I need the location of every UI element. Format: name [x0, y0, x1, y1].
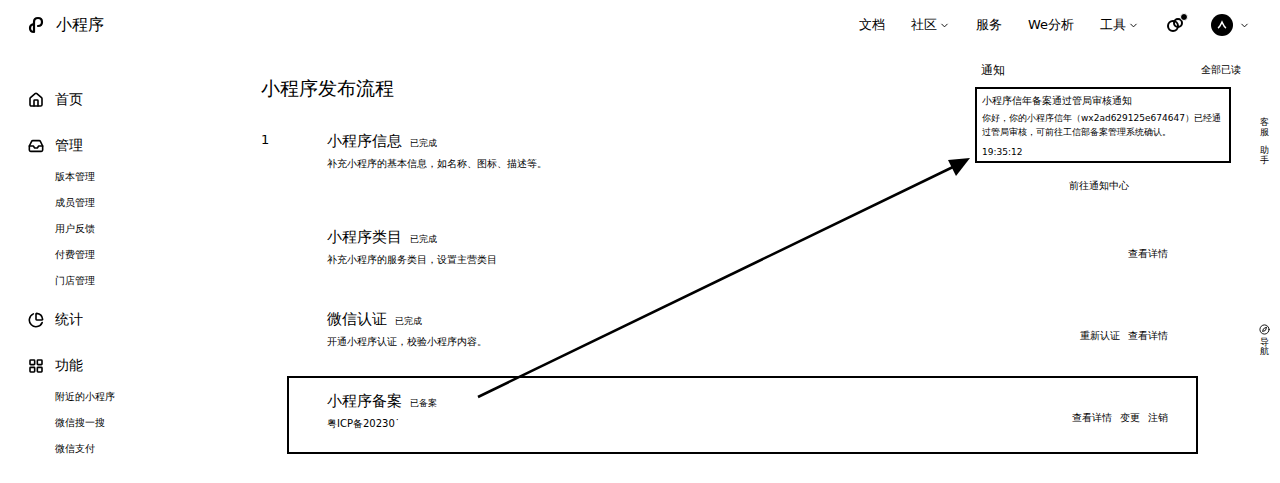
- compass-icon: [1259, 324, 1270, 335]
- sidebar-section: 管理版本管理成员管理用户反馈付费管理门店管理: [28, 134, 250, 294]
- step-row: 小程序类目已完成补充小程序的服务类目，设置主营类目 查看详情: [261, 212, 1198, 290]
- step-number: [261, 294, 287, 296]
- step-actions: 查看详情变更注销: [1072, 411, 1168, 425]
- nav-item[interactable]: 社区: [911, 16, 950, 34]
- sidebar-section: 首页: [28, 88, 250, 112]
- notification-center-link[interactable]: 前往通知中心: [975, 179, 1247, 193]
- sidebar-item[interactable]: 微信搜一搜: [28, 410, 250, 436]
- notification-title: 小程序信年备案通过管局审核通知: [982, 95, 1224, 108]
- sidebar-section: 功能附近的小程序微信搜一搜微信支付: [28, 354, 250, 462]
- panel-title: 通知: [981, 62, 1005, 79]
- step-title: 小程序信息已完成: [327, 132, 547, 151]
- logo-text: 小程序: [56, 15, 104, 36]
- sidebar-item[interactable]: 门店管理: [28, 268, 250, 294]
- account-menu[interactable]: [1211, 14, 1250, 36]
- manage-icon: [28, 138, 44, 154]
- step-action-link[interactable]: 查看详情: [1128, 247, 1168, 261]
- step-status: 已完成: [410, 233, 437, 246]
- step-description: 粤ICP备20230˙: [327, 417, 437, 431]
- notification-item[interactable]: 小程序信年备案通过管局审核通知你好，你的小程序信年（wx2ad629125e67…: [975, 87, 1231, 163]
- stats-icon: [28, 312, 44, 328]
- step-title: 小程序备案已备案: [327, 392, 437, 411]
- step-row: 小程序备案已备案粤ICP备20230˙ 查看详情变更注销: [261, 376, 1198, 454]
- function-icon: [28, 358, 44, 374]
- nav-item[interactable]: We分析: [1028, 16, 1074, 34]
- step-card: 小程序类目已完成补充小程序的服务类目，设置主营类目 查看详情: [287, 212, 1198, 290]
- step-action-link[interactable]: 查看详情: [1072, 411, 1112, 425]
- page: 小程序 文档 社区 服务 We分析 工具首页管理版本管理成员管理用户反馈付费管理门店管理统…: [0, 0, 1280, 483]
- step-title: 微信认证已完成: [327, 310, 487, 329]
- logo[interactable]: 小程序: [28, 15, 104, 36]
- step-description: 开通小程序认证，校验小程序内容。: [327, 335, 487, 349]
- avatar-icon: [1211, 14, 1233, 36]
- notification-time: 19:35:12: [982, 147, 1224, 157]
- step-number: [261, 212, 287, 214]
- step-description: 补充小程序的基本信息，如名称、图标、描述等。: [327, 157, 547, 171]
- sidebar-section-label[interactable]: 统计: [28, 308, 250, 332]
- step-actions: 查看详情: [1128, 247, 1168, 261]
- nav-item[interactable]: 服务: [976, 16, 1002, 34]
- top-bar: 小程序 文档 社区 服务 We分析 工具: [0, 0, 1280, 50]
- side-tool-label: 导航: [1260, 338, 1269, 358]
- sidebar-item[interactable]: 付费管理: [28, 242, 250, 268]
- step-row: 微信认证已完成开通小程序认证，校验小程序内容。 重新认证查看详情: [261, 294, 1198, 372]
- side-tool-label: 客服: [1260, 118, 1269, 138]
- sidebar-item[interactable]: 附近的小程序: [28, 384, 250, 410]
- side-tool[interactable]: 助手: [1260, 146, 1269, 166]
- side-tool-label: 助手: [1260, 146, 1269, 166]
- sidebar: 首页管理版本管理成员管理用户反馈付费管理门店管理统计功能附近的小程序微信搜一搜微…: [0, 50, 250, 483]
- step-action-link[interactable]: 注销: [1148, 411, 1168, 425]
- side-tools: 客服助手导航: [1259, 118, 1270, 357]
- sidebar-section-label[interactable]: 管理: [28, 134, 250, 158]
- step-actions: 重新认证查看详情: [1080, 329, 1168, 343]
- step-status: 已完成: [410, 137, 437, 150]
- step-action-link[interactable]: 重新认证: [1080, 329, 1120, 343]
- chevron-icon: [1128, 20, 1139, 31]
- sidebar-section: 统计: [28, 308, 250, 332]
- step-card: 小程序备案已备案粤ICP备20230˙ 查看详情变更注销: [287, 376, 1198, 454]
- step-description: 补充小程序的服务类目，设置主营类目: [327, 253, 497, 267]
- side-tool[interactable]: 导航: [1259, 324, 1270, 358]
- sidebar-section-label[interactable]: 首页: [28, 88, 250, 112]
- annotation-arrow-icon: [0, 0, 1280, 483]
- step-action-link[interactable]: 查看详情: [1128, 329, 1168, 343]
- nav-item[interactable]: 文档: [859, 16, 885, 34]
- step-number: 1: [261, 130, 287, 147]
- notification-body: 你好，你的小程序信年（wx2ad629125e674647）已经通过管局审核，可…: [982, 112, 1224, 139]
- chevron-icon: [939, 20, 950, 31]
- chevron-icon: [1239, 20, 1250, 31]
- step-title: 小程序类目已完成: [327, 228, 497, 247]
- unread-dot: [1180, 13, 1188, 21]
- notification-panel: 通知 全部已读小程序信年备案通过管局审核通知你好，你的小程序信年（wx2ad629…: [975, 55, 1247, 199]
- sidebar-item[interactable]: 成员管理: [28, 190, 250, 216]
- home-icon: [28, 92, 44, 108]
- logo-icon: [28, 15, 48, 35]
- sidebar-item[interactable]: 微信支付: [28, 436, 250, 462]
- side-tool[interactable]: 客服: [1260, 118, 1269, 138]
- nav-item[interactable]: 工具: [1100, 16, 1139, 34]
- top-nav: 文档 社区 服务 We分析 工具: [859, 14, 1250, 36]
- step-number: [261, 376, 287, 378]
- sidebar-item[interactable]: 版本管理: [28, 164, 250, 190]
- sidebar-item[interactable]: 用户反馈: [28, 216, 250, 242]
- sidebar-section-label[interactable]: 功能: [28, 354, 250, 378]
- notification-button[interactable]: [1165, 15, 1185, 35]
- mark-all-read-button[interactable]: 全部已读: [1201, 63, 1241, 77]
- step-status: 已完成: [395, 315, 422, 328]
- step-status: 已备案: [410, 397, 437, 410]
- step-card: 微信认证已完成开通小程序认证，校验小程序内容。 重新认证查看详情: [287, 294, 1198, 372]
- step-action-link[interactable]: 变更: [1120, 411, 1140, 425]
